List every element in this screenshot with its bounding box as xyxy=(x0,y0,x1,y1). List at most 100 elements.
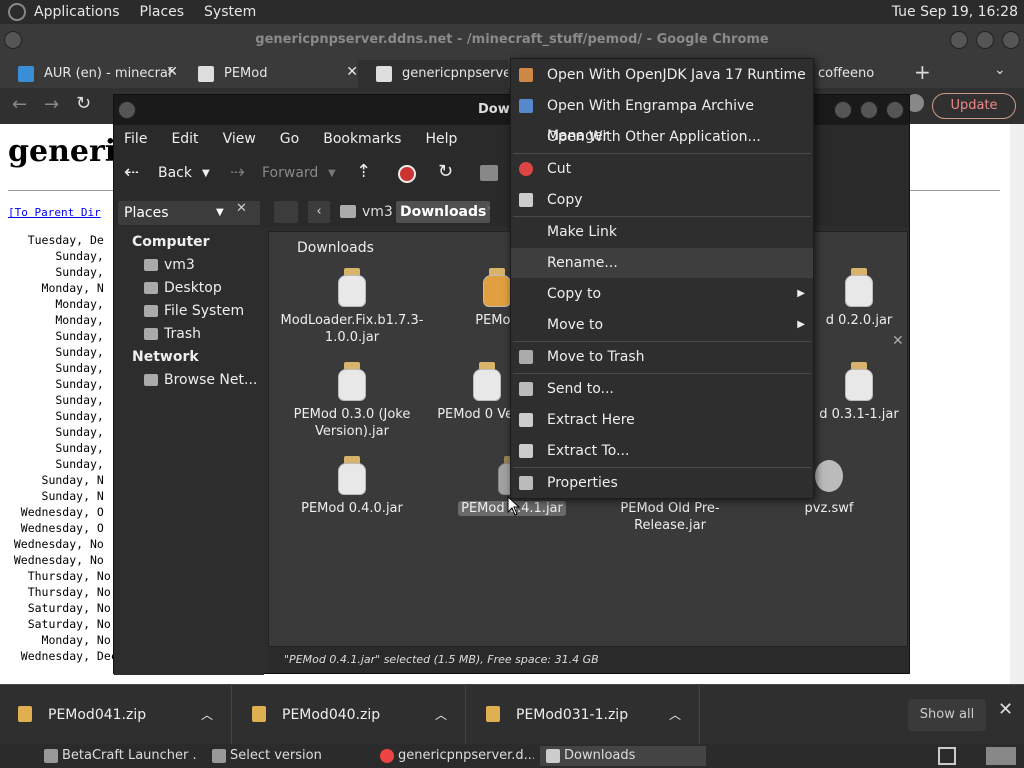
show-all-button[interactable]: Show all xyxy=(908,699,986,731)
chevron-up-icon[interactable]: ︿ xyxy=(669,685,681,745)
up-icon[interactable]: ⇡ xyxy=(356,161,371,182)
menu-item-copy-to[interactable]: Copy to ▶ xyxy=(511,279,813,309)
menu-view[interactable]: View xyxy=(223,131,256,147)
file-item[interactable]: PEMod 0.3.0 (Joke Version).jar xyxy=(277,362,427,440)
file-item[interactable]: ModLoader.Fix.b1.7.3-1.0.0.jar xyxy=(277,268,427,346)
download-bar: PEMod041.zip ︿ PEMod040.zip ︿ PEMod031-1.z… xyxy=(0,684,1024,745)
menu-item-move-to[interactable]: Move to ▶ xyxy=(511,310,813,340)
sidebar-close-icon[interactable]: ✕ xyxy=(236,201,247,216)
path-left-icon[interactable]: ‹ xyxy=(308,201,330,223)
sidebar-item-browse-network[interactable]: Browse Net... xyxy=(114,369,264,392)
menu-file[interactable]: File xyxy=(124,131,147,147)
page-scrollbar[interactable] xyxy=(1010,124,1024,684)
file-name: d 0.3.1-1.jar xyxy=(819,407,899,422)
menu-edit[interactable]: Edit xyxy=(171,131,198,147)
copy-icon xyxy=(519,193,533,207)
workspace-switcher[interactable] xyxy=(986,747,1016,765)
taskbar-item-select-version[interactable]: Select version xyxy=(206,746,366,766)
clock[interactable]: Tue Sep 19, 16:28 xyxy=(892,4,1018,20)
tab-genericpnpserver[interactable]: genericpnpserver.d xyxy=(358,60,508,88)
menu-item-open-other[interactable]: Open With Other Application... xyxy=(511,122,813,152)
aur-favicon-icon xyxy=(18,66,34,82)
zip-file-icon xyxy=(252,706,266,722)
download-item[interactable]: PEMod031-1.zip ︿ xyxy=(468,685,700,745)
forward-arrow-icon[interactable]: → xyxy=(44,94,59,115)
download-item[interactable]: PEMod041.zip ︿ xyxy=(0,685,232,745)
fm-window-menu-icon[interactable] xyxy=(118,101,136,119)
breadcrumb-downloads[interactable]: Downloads xyxy=(396,201,491,223)
distro-logo-icon[interactable] xyxy=(8,3,26,21)
file-item[interactable]: d 0.3.1-1.jar xyxy=(809,362,909,423)
close-icon[interactable] xyxy=(1002,31,1020,49)
home-icon[interactable] xyxy=(480,165,498,181)
file-name: ModLoader.Fix.b1.7.3-1.0.0.jar xyxy=(280,313,424,345)
menu-item-copy[interactable]: Copy xyxy=(511,185,813,215)
taskbar-item-downloads[interactable]: Downloads xyxy=(540,746,706,766)
taskbar-item-betacraft[interactable]: BetaCraft Launcher ... xyxy=(38,746,198,766)
menu-bookmarks[interactable]: Bookmarks xyxy=(323,131,401,147)
parent-dir-link[interactable]: [To Parent Dir xyxy=(8,206,101,219)
menu-item-send-to[interactable]: Send to... xyxy=(511,374,813,404)
download-item[interactable]: PEMod040.zip ︿ xyxy=(234,685,466,745)
new-tab-icon[interactable]: + xyxy=(914,60,931,84)
jar-file-icon xyxy=(336,456,368,496)
fm-close-icon[interactable] xyxy=(886,101,904,119)
sidebar-item-trash[interactable]: Trash xyxy=(114,323,264,346)
fm-minimize-icon[interactable] xyxy=(834,101,852,119)
download-bar-close-icon[interactable]: ✕ xyxy=(998,699,1013,720)
jar-file-icon xyxy=(843,362,875,402)
menu-item-extract-to[interactable]: Extract To... xyxy=(511,436,813,466)
minimize-icon[interactable] xyxy=(950,31,968,49)
show-desktop-icon[interactable] xyxy=(938,747,956,765)
path-right-icon[interactable]: › xyxy=(486,201,491,216)
reload-icon[interactable]: ↻ xyxy=(438,161,453,182)
forward-button[interactable]: Forward xyxy=(262,165,318,181)
system-menu[interactable]: System xyxy=(204,4,256,20)
sidebar-item-desktop[interactable]: Desktop xyxy=(114,277,264,300)
tab-aur[interactable]: AUR (en) - minecraf ✕ xyxy=(0,60,186,88)
menu-item-extract-here[interactable]: Extract Here xyxy=(511,405,813,435)
update-button[interactable]: Update xyxy=(932,93,1016,119)
tab-close-icon[interactable]: ✕ xyxy=(346,64,358,80)
sidebar-item-filesystem[interactable]: File System xyxy=(114,300,264,323)
fm-maximize-icon[interactable] xyxy=(860,101,878,119)
window-menu-icon[interactable] xyxy=(4,31,22,49)
back-history-chevron-icon[interactable]: ▼ xyxy=(202,168,210,179)
menu-help[interactable]: Help xyxy=(425,131,457,147)
menu-item-rename[interactable]: Rename... xyxy=(511,248,813,278)
breadcrumb-vm3[interactable]: vm3 xyxy=(338,201,393,223)
tab-search-chevron-icon[interactable]: ⌄ xyxy=(994,62,1006,78)
maximize-icon[interactable] xyxy=(976,31,994,49)
pane-close-icon[interactable]: ✕ xyxy=(892,333,904,349)
reload-icon[interactable]: ↻ xyxy=(76,93,91,114)
jar-file-icon xyxy=(843,268,875,308)
file-item[interactable]: PEMod 0.4.0.jar xyxy=(277,456,427,517)
sidebar-item-label: Desktop xyxy=(164,280,222,296)
forward-icon[interactable]: ⇢ xyxy=(230,162,245,183)
menu-item-open-engrampa[interactable]: Open With Engrampa Archive Manager xyxy=(511,91,813,144)
edit-location-icon[interactable] xyxy=(274,201,298,223)
menu-item-properties[interactable]: Properties xyxy=(511,468,813,498)
tab-pemod[interactable]: PEMod ✕ xyxy=(180,60,366,88)
menu-item-label: Open With Other Application... xyxy=(547,129,761,145)
applications-menu[interactable]: Applications xyxy=(34,4,120,20)
back-icon[interactable]: ⇠ xyxy=(124,162,139,183)
menu-go[interactable]: Go xyxy=(280,131,299,147)
menu-item-label: Properties xyxy=(547,475,618,491)
back-button[interactable]: Back xyxy=(158,165,192,181)
chevron-up-icon[interactable]: ︿ xyxy=(435,685,447,745)
menu-item-cut[interactable]: Cut xyxy=(511,154,813,184)
forward-history-chevron-icon[interactable]: ▼ xyxy=(328,168,336,179)
chevron-up-icon[interactable]: ︿ xyxy=(201,685,213,745)
sidebar-item-vm3[interactable]: vm3 xyxy=(114,254,264,277)
chrome-title-bar: genericpnpserver.ddns.net - /minecraft_s… xyxy=(0,24,1024,56)
places-menu[interactable]: Places xyxy=(140,4,185,20)
menu-item-make-link[interactable]: Make Link xyxy=(511,217,813,247)
taskbar-item-chrome[interactable]: genericpnpserver.d... xyxy=(374,746,534,766)
stop-icon[interactable] xyxy=(398,165,416,183)
menu-item-open-java[interactable]: Open With OpenJDK Java 17 Runtime xyxy=(511,60,813,90)
menu-item-move-to-trash[interactable]: Move to Trash xyxy=(511,342,813,372)
file-item[interactable]: d 0.2.0.jar xyxy=(809,268,909,329)
tab-close-icon[interactable]: ✕ xyxy=(166,64,178,80)
back-arrow-icon[interactable]: ← xyxy=(12,94,27,115)
